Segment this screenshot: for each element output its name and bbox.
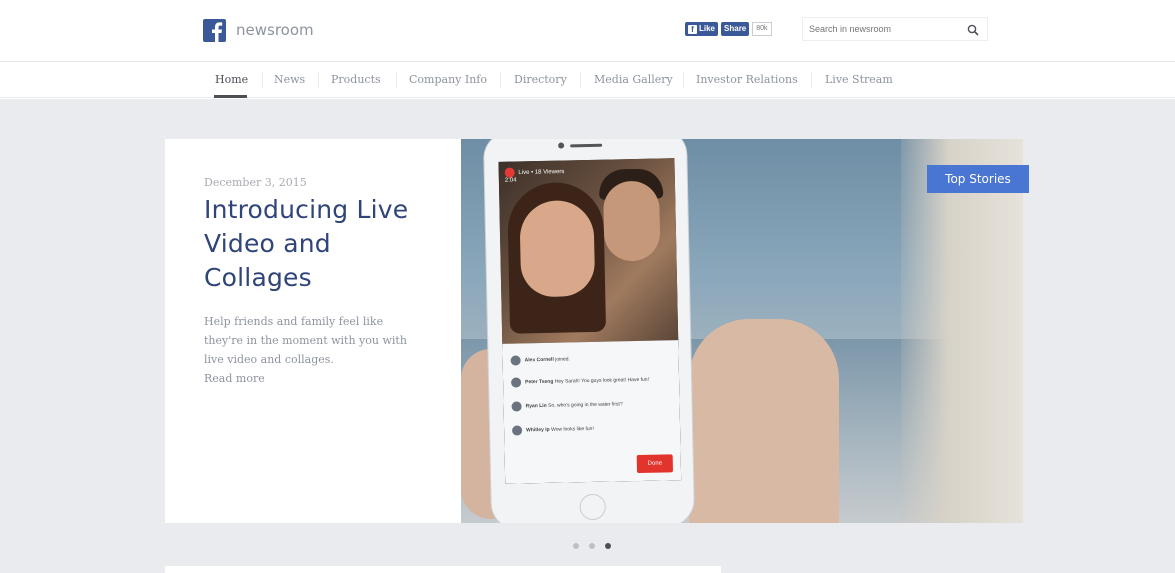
hero-image[interactable]: Live • 18 Viewers 2:04 Alex Cornell join…	[461, 139, 1023, 523]
main-nav: Home News Products Company Info Director…	[0, 62, 1175, 98]
comment-text: Hey Sarah! You guys look great! Have fun…	[554, 376, 650, 385]
live-video-frame: Live • 18 Viewers 2:04	[498, 158, 679, 344]
live-time: 2:04	[504, 177, 517, 184]
nav-divider	[580, 72, 581, 88]
like-button[interactable]: f Like	[685, 22, 719, 36]
carousel-pagination	[573, 543, 611, 549]
search-input[interactable]	[803, 18, 953, 40]
story-title[interactable]: Introducing Live Video and Collages	[204, 193, 444, 295]
phone-camera	[558, 142, 565, 149]
story-description: Help friends and family feel like they'r…	[204, 315, 407, 366]
nav-item-live-stream[interactable]: Live Stream	[825, 73, 893, 86]
nav-item-directory[interactable]: Directory	[514, 73, 567, 86]
avatar	[512, 425, 523, 436]
phone-mockup: Live • 18 Viewers 2:04 Alex Cornell join…	[482, 139, 696, 523]
next-section-card	[165, 566, 721, 573]
list-item: Peter Tseng Hey Sarah! You guys look gre…	[511, 374, 671, 388]
list-item: Whitley Ip Wow looks like fun!	[512, 422, 672, 436]
phone-speaker	[570, 143, 603, 148]
search-box	[802, 17, 988, 41]
facebook-logo-icon[interactable]	[203, 19, 226, 42]
carousel-dot[interactable]	[573, 543, 579, 549]
like-label: Like	[699, 24, 716, 33]
top-stories-badge[interactable]: Top Stories	[927, 165, 1029, 193]
comment-feed: Alex Cornell joined. Peter Tseng Hey Sar…	[502, 340, 682, 484]
comment-text: Wow looks like fun!	[551, 425, 594, 433]
live-dot-icon	[504, 167, 515, 178]
nav-item-company-info[interactable]: Company Info	[409, 73, 487, 86]
hand-image	[689, 319, 839, 523]
share-label: Share	[724, 24, 747, 33]
comment-author: Whitley Ip	[526, 426, 550, 434]
comment-text: So, who's going in the water first?	[548, 401, 623, 409]
brand-name[interactable]: newsroom	[236, 21, 314, 39]
list-item: Ryan Lin So, who's going in the water fi…	[511, 398, 672, 412]
background-pillar	[901, 139, 1023, 523]
carousel-dot-active[interactable]	[605, 543, 611, 549]
avatar	[511, 377, 522, 388]
nav-divider	[500, 72, 501, 88]
search-icon[interactable]	[967, 23, 979, 41]
story-date: December 3, 2015	[204, 176, 307, 189]
person-face	[519, 199, 596, 298]
live-indicator: Live • 18 Viewers 2:04	[504, 166, 565, 184]
nav-divider	[811, 72, 812, 88]
list-item: Alex Cornell joined.	[510, 352, 671, 366]
avatar	[511, 401, 522, 412]
nav-divider	[262, 72, 263, 88]
nav-divider	[318, 72, 319, 88]
social-buttons: f Like Share 80k	[685, 22, 772, 36]
share-count: 80k	[752, 22, 772, 36]
phone-home-button	[579, 493, 606, 521]
nav-item-home[interactable]: Home	[215, 73, 248, 86]
nav-active-indicator	[214, 95, 247, 98]
nav-divider	[396, 72, 397, 88]
nav-divider	[683, 72, 684, 88]
person-face	[602, 180, 661, 262]
comment-author: Ryan Lin	[525, 402, 547, 410]
comment-author: Alex Cornell	[524, 356, 554, 364]
live-label: Live • 18 Viewers	[518, 169, 565, 177]
facebook-f-icon: f	[688, 24, 697, 34]
carousel-dot[interactable]	[589, 543, 595, 549]
nav-item-media-gallery[interactable]: Media Gallery	[594, 73, 673, 86]
nav-item-products[interactable]: Products	[331, 73, 381, 86]
phone-screen: Live • 18 Viewers 2:04 Alex Cornell join…	[498, 158, 682, 484]
nav-item-investor-relations[interactable]: Investor Relations	[696, 73, 798, 86]
read-more-link[interactable]: Read more	[204, 372, 265, 385]
comment-author: Peter Tseng	[525, 378, 554, 386]
done-button: Done	[636, 454, 674, 474]
top-header: newsroom f Like Share 80k	[0, 0, 1175, 62]
avatar	[510, 355, 521, 366]
comment-text: joined.	[555, 356, 571, 363]
nav-item-news[interactable]: News	[274, 73, 305, 86]
share-button[interactable]: Share	[721, 22, 750, 36]
